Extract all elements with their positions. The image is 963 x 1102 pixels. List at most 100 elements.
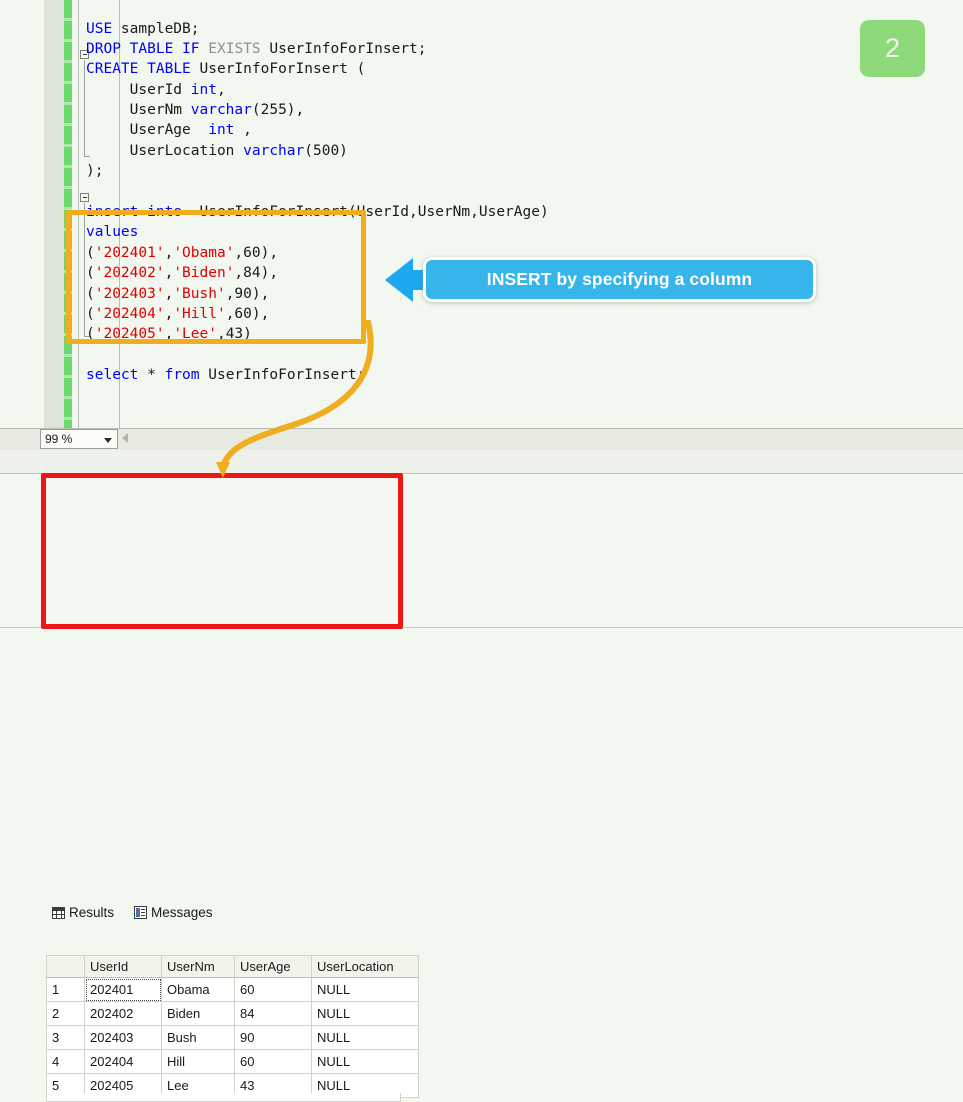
code-token: ( [86,265,95,282]
table-row[interactable]: 1 202401 Obama 60 NULL [46,977,419,1002]
code-token: TABLE [147,61,191,78]
tab-results[interactable]: Results [52,902,114,923]
code-token: sampleDB; [112,20,200,37]
code-token: (500) [304,142,348,159]
cell-usernm[interactable]: Bush [161,1025,235,1050]
results-table-body: 1 202401 Obama 60 NULL 2 202402 Biden 84 NULL 3 202… [46,977,419,1098]
column-header-userage[interactable]: UserAge [234,955,312,978]
cell-userid[interactable]: 202403 [84,1025,162,1050]
code-token: IF [182,40,200,57]
step-number-badge: 2 [860,20,925,77]
cell-userid[interactable]: 202402 [84,1001,162,1026]
zoom-level-value: 99 % [45,432,73,446]
code-token: '202405' [94,326,165,343]
code-line-8: ); [86,161,549,181]
code-token: UserInfoForInsert ( [190,61,366,78]
cell-usernm[interactable]: Hill [161,1049,235,1074]
code-line-6: UserAge int , [86,120,549,140]
code-token: UserInfoForInsert(UserId,UserNm,UserAge) [182,204,549,221]
code-token: ,90), [225,285,270,302]
tab-messages[interactable]: Messages [134,902,213,923]
code-line-3: CREATE TABLE UserInfoForInsert ( [86,59,549,79]
outline-line-insert [84,203,85,336]
code-token: ( [86,244,95,261]
code-token: ); [86,163,104,180]
cell-usernm[interactable]: Biden [161,1001,235,1026]
code-token: ( [86,285,95,302]
code-token: USE [86,20,113,37]
cell-userid[interactable]: 202404 [84,1049,162,1074]
table-row[interactable]: 4 202404 Hill 60 NULL [46,1049,419,1074]
code-token: ,84), [234,265,279,282]
code-token: 'Obama' [173,244,235,261]
code-token: ( [86,305,95,322]
code-token: UserId [86,81,191,98]
step-number-label: 2 [884,33,901,63]
tab-results-label: Results [69,905,115,920]
code-token: * [138,367,165,384]
code-line-2: DROP TABLE IF EXISTS UserInfoForInsert; [86,39,549,59]
code-token: '202401' [94,244,165,261]
code-token: varchar [243,142,305,159]
cell-userage[interactable]: 84 [234,1001,312,1026]
cell-num[interactable]: 2 [46,1001,85,1026]
message-icon [134,906,147,919]
scroll-left-arrow-icon[interactable] [122,433,128,443]
results-table[interactable]: UserId UserNm UserAge UserLocation 1 2024… [46,955,419,1098]
code-token: DROP [86,40,121,57]
cell-usernm[interactable]: Obama [161,977,235,1002]
column-header-userid[interactable]: UserId [84,955,162,978]
table-row[interactable]: 2 202402 Biden 84 NULL [46,1001,419,1026]
code-token: , [164,305,174,322]
cell-userage[interactable]: 90 [234,1025,312,1050]
table-row[interactable]: 3 202403 Bush 90 NULL [46,1025,419,1050]
code-token: CREATE [86,61,139,78]
cell-userage[interactable]: 60 [234,1049,312,1074]
code-token: , [164,285,174,302]
cell-userlocation[interactable]: NULL [311,1025,419,1050]
callout-label: INSERT by specifying a column [486,269,753,289]
tab-messages-label: Messages [151,905,213,920]
chevron-down-icon[interactable] [104,438,112,443]
code-token: from [164,367,200,384]
sql-editor-pane[interactable]: USE sampleDB; DROP TABLE IF EXISTS UserIn… [0,0,963,428]
editor-gutter-divider [78,0,79,428]
code-line-7: UserLocation varchar(500) [86,141,549,161]
cell-userage[interactable]: 60 [234,977,312,1002]
cell-num[interactable]: 1 [46,977,85,1002]
results-pane[interactable]: UserId UserNm UserAge UserLocation 1 2024… [0,474,963,1102]
outline-line-create-table [84,60,85,156]
cell-num[interactable]: 4 [46,1049,85,1074]
code-token: UserLocation [86,142,244,159]
code-line-5: UserNm varchar(255), [86,100,549,120]
code-token: insert [86,204,139,221]
code-token: , [164,265,174,282]
cell-userlocation[interactable]: NULL [311,1049,419,1074]
results-pane-bottom-divider [0,627,963,628]
callout-insert-by-column: INSERT by specifying a column [423,257,816,302]
editor-horizontal-scrollbar[interactable] [0,428,963,450]
grid-icon [52,906,65,919]
column-header-rownum[interactable] [46,955,85,978]
code-token: '202403' [94,285,165,302]
cell-userid-focused[interactable]: 202401 [84,977,162,1002]
cell-userlocation[interactable]: NULL [311,977,419,1002]
code-token: ,60), [234,244,279,261]
cell-num[interactable]: 3 [46,1025,85,1050]
code-token: ( [86,326,95,343]
cell-userlocation[interactable]: NULL [311,1001,419,1026]
yellow-flow-arrow [216,320,374,478]
column-header-userlocation[interactable]: UserLocation [311,955,419,978]
column-header-usernm[interactable]: UserNm [161,955,235,978]
zoom-level-dropdown[interactable]: 99 % [40,429,118,449]
code-token: , [234,122,252,139]
code-token: '202402' [94,265,165,282]
code-token: UserNm [86,102,191,119]
code-token: TABLE [129,40,174,57]
code-token: varchar [190,102,252,119]
